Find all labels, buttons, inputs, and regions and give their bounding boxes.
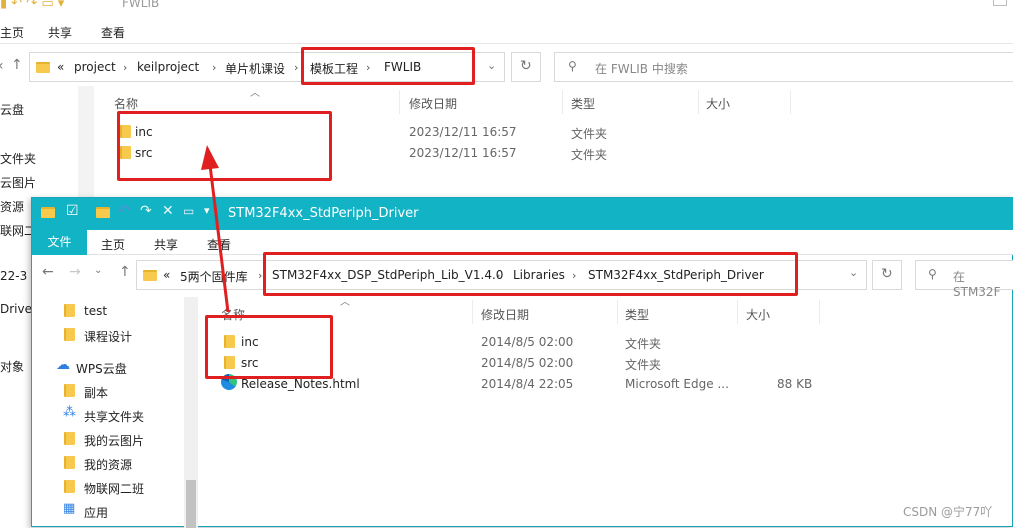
annotation-arrow [201,145,230,313]
watermark: CSDN @宁77吖 [903,505,993,519]
arrow-shaft [208,164,230,313]
arrow-head [201,145,219,170]
